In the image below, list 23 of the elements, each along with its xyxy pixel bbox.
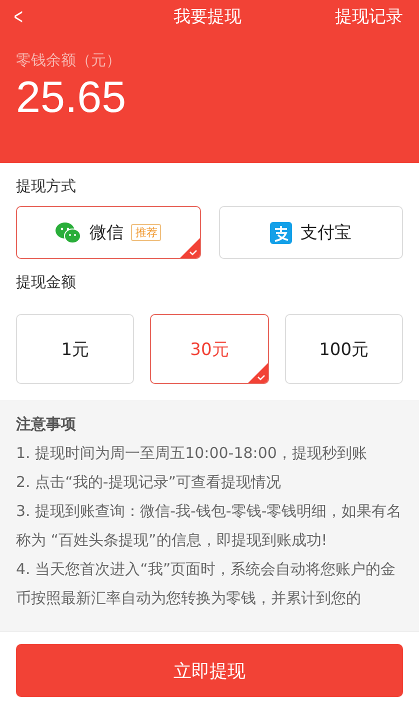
note-text: 1. 提现时间为周一至周五10:00-18:00，提现秒到账 xyxy=(16,443,368,464)
payment-method-option[interactable]: 微信 推荐 xyxy=(16,206,200,259)
page-title: 我要提现 xyxy=(174,6,242,28)
check-icon xyxy=(248,363,268,383)
amount-option[interactable]: 30元 xyxy=(150,314,269,384)
chat-bubbles-icon xyxy=(55,222,82,244)
check-icon xyxy=(180,238,200,258)
withdraw-history-link[interactable]: 提现记录 xyxy=(335,5,403,28)
payment-method-option[interactable]: 支付宝 xyxy=(218,206,403,259)
back-button[interactable]: < xyxy=(14,6,23,28)
balance-amount: 25.65 xyxy=(16,76,128,120)
wallet-icon xyxy=(270,222,292,244)
section-title: 提现方式 xyxy=(16,177,77,196)
recommend-badge: 推荐 xyxy=(131,224,162,241)
balance-label: 零钱余额（元） xyxy=(16,51,122,70)
notes-title: 注意事项 xyxy=(16,414,77,435)
amount-option[interactable]: 1元 xyxy=(16,314,134,384)
note-text: 3. 提现到账查询：微信-我-钱包-零钱-零钱明细，如果有名称为 “百姓头条提现”的信息，即提现到账成功! xyxy=(16,501,403,551)
note-text: 4. 当天您首次进入“我”页面时，系统会自动将您账户的金币按照最新汇率自动为您转换为零钱，并累计到您的 xyxy=(16,559,397,609)
amount-option[interactable]: 100元 xyxy=(284,314,403,384)
section-title: 提现金额 xyxy=(16,273,77,292)
note-text: 2. 点击“我的-提现记录”可查看提现情况 xyxy=(16,472,282,493)
withdraw-button[interactable]: 立即提现 xyxy=(16,644,403,697)
